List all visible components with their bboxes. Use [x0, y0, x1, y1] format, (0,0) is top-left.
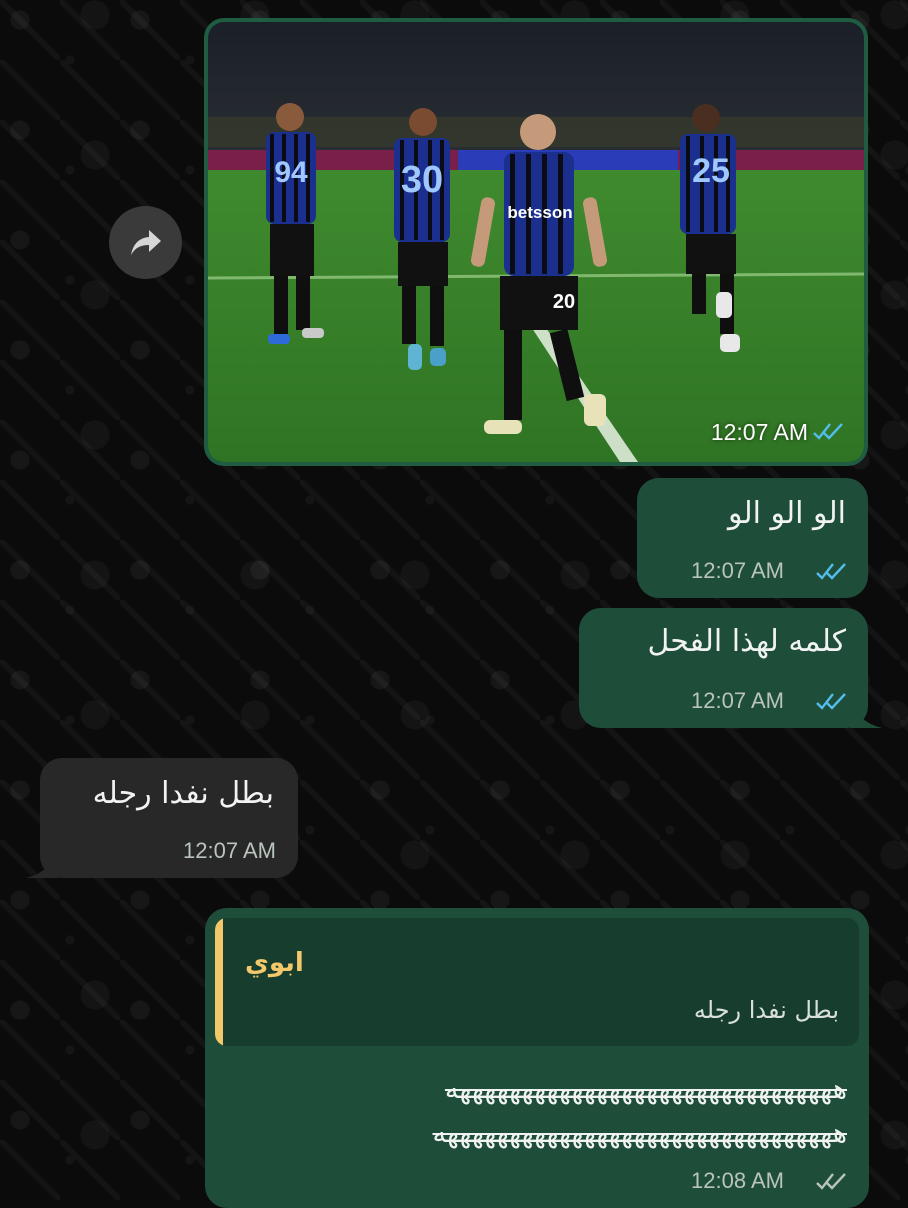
quoted-message[interactable]: ابوي بطل نفدا رجله	[215, 918, 859, 1046]
forward-arrow-icon	[130, 229, 161, 255]
forward-button[interactable]	[109, 206, 182, 279]
outgoing-message-bubble[interactable]: كلمه لهذا الفحل 12:07 AM	[579, 608, 868, 728]
message-text-line-2: ههههههههههههههههههههههههههههههههه	[432, 1118, 847, 1149]
quote-accent-bar	[215, 918, 223, 1046]
reply-message-bubble[interactable]: ابوي بطل نفدا رجله ههههههههههههههههههههه…	[205, 908, 869, 1208]
double-check-icon	[813, 423, 843, 440]
image-message-bubble[interactable]: 94 30 betsson 20 25 12:07 AM	[204, 18, 868, 466]
quoted-text: بطل نفدا رجله	[693, 996, 839, 1024]
football-celebration-photo[interactable]: 94 30 betsson 20 25	[208, 22, 864, 462]
svg-text:betsson: betsson	[507, 203, 572, 222]
incoming-message-bubble[interactable]: بطل نفدا رجله 12:07 AM	[40, 758, 298, 878]
message-text-line-1: هههههههههههههههههههههههههههههههه	[444, 1074, 847, 1105]
message-timestamp: 12:07 AM	[183, 838, 276, 863]
message-text: الو الو الو	[728, 496, 846, 531]
svg-text:94: 94	[274, 156, 308, 189]
double-check-icon	[816, 1173, 846, 1190]
svg-text:30: 30	[401, 159, 443, 201]
message-text: كلمه لهذا الفحل	[647, 624, 846, 659]
double-check-icon	[816, 563, 846, 580]
message-timestamp: 12:07 AM	[691, 688, 784, 713]
bubble-tail	[26, 846, 58, 878]
message-timestamp: 12:08 AM	[691, 1168, 784, 1193]
bubble-tail	[850, 696, 882, 728]
svg-text:20: 20	[553, 291, 575, 313]
message-text: بطل نفدا رجله	[92, 776, 274, 811]
photo-scene: 94 30 betsson 20 25	[208, 22, 864, 462]
quoted-author: ابوي	[245, 948, 304, 978]
message-timestamp: 12:07 AM	[710, 419, 808, 445]
outgoing-message-bubble[interactable]: الو الو الو 12:07 AM	[637, 478, 868, 598]
double-check-icon	[816, 693, 846, 710]
svg-text:25: 25	[692, 152, 730, 190]
message-timestamp: 12:07 AM	[691, 558, 784, 583]
